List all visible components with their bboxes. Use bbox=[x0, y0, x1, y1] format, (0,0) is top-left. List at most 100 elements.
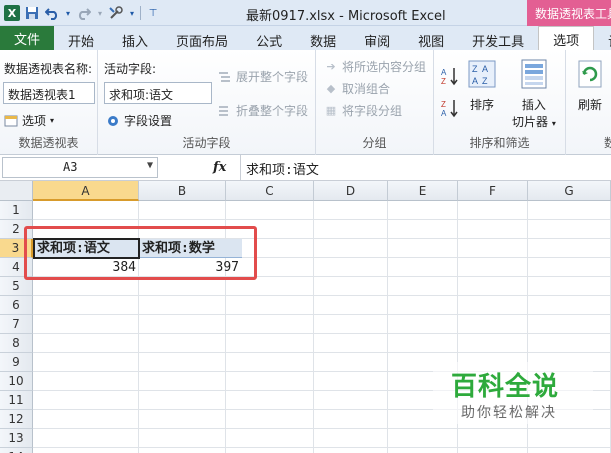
sort-button[interactable]: ZAAZ 排序 bbox=[466, 58, 498, 113]
name-box-dropdown-icon[interactable]: ▼ bbox=[147, 160, 153, 171]
group-selection-icon: ➔ bbox=[326, 60, 336, 73]
column-header-f[interactable]: F bbox=[458, 181, 528, 201]
customize-toolbar-icon[interactable]: ⊤ bbox=[145, 5, 161, 21]
group-data-partial: 刷新 数 bbox=[566, 50, 611, 155]
active-field-input[interactable]: 求和项:语文 bbox=[104, 82, 212, 104]
sort-label: 排序 bbox=[469, 98, 494, 112]
undo-dropdown-icon[interactable]: ▾ bbox=[64, 5, 72, 21]
redo-dropdown-icon[interactable]: ▾ bbox=[96, 5, 104, 21]
ribbon-tabs: 文件 开始 插入 页面布局 公式 数据 审阅 视图 开发工具 选项 设计 bbox=[0, 26, 611, 50]
refresh-icon bbox=[574, 58, 606, 90]
tab-options[interactable]: 选项 bbox=[538, 26, 595, 50]
formula-bar: A3 ▼ fx 求和项:语文 bbox=[0, 155, 611, 181]
row-header-11[interactable]: 11 bbox=[0, 391, 33, 410]
insert-slicer-label-1: 插入 bbox=[521, 98, 546, 112]
collapse-entire-field-button[interactable]: 折叠整个字段 bbox=[218, 102, 308, 119]
field-settings-button[interactable]: 字段设置 bbox=[106, 112, 172, 129]
tab-page-layout[interactable]: 页面布局 bbox=[162, 28, 242, 50]
svg-text:A: A bbox=[472, 76, 478, 86]
group-label-pivottable: 数据透视表 bbox=[18, 136, 79, 150]
redo-icon[interactable] bbox=[76, 5, 92, 21]
group-label-active-field: 活动字段 bbox=[182, 136, 231, 150]
pivot-options-icon bbox=[4, 114, 18, 128]
watermark-subtitle: 助你轻松解决 bbox=[461, 405, 557, 421]
tools-icon[interactable] bbox=[108, 5, 124, 21]
group-selection-button[interactable]: ➔ 将所选内容分组 bbox=[324, 58, 426, 75]
tab-formulas[interactable]: 公式 bbox=[242, 28, 296, 50]
row-header-1[interactable]: 1 bbox=[0, 201, 33, 220]
tab-developer[interactable]: 开发工具 bbox=[458, 28, 538, 50]
pivot-options-label: 选项 bbox=[22, 114, 47, 128]
sort-icon: ZAAZ bbox=[466, 58, 498, 90]
field-settings-label: 字段设置 bbox=[124, 114, 173, 128]
ungroup-button[interactable]: ◆ 取消组合 bbox=[324, 80, 390, 97]
tab-insert[interactable]: 插入 bbox=[108, 28, 162, 50]
insert-slicer-label-2: 切片器 ▾ bbox=[512, 115, 556, 129]
svg-text:A: A bbox=[441, 68, 447, 77]
column-header-g[interactable]: G bbox=[528, 181, 611, 201]
title-bar: X ▾ ▾ ▾ ⊤ 最新0917.xlsx - Microsoft Excel … bbox=[0, 0, 611, 26]
svg-text:Z: Z bbox=[472, 64, 478, 74]
expand-entire-field-button[interactable]: 展开整个字段 bbox=[218, 68, 308, 85]
ungroup-label: 取消组合 bbox=[342, 82, 391, 96]
row-header-13[interactable]: 13 bbox=[0, 429, 33, 448]
undo-icon[interactable] bbox=[44, 5, 60, 21]
column-header-b[interactable]: B bbox=[139, 181, 226, 201]
pivot-options-button[interactable]: 选项 ▾ bbox=[4, 112, 54, 129]
group-selection-label: 将所选内容分组 bbox=[342, 60, 427, 74]
insert-slicer-button[interactable]: 插入 切片器 ▾ bbox=[512, 58, 556, 130]
insert-function-icon[interactable]: fx bbox=[213, 160, 226, 175]
svg-text:Z: Z bbox=[482, 76, 488, 86]
pivottable-name-input[interactable]: 数据透视表1 bbox=[3, 82, 95, 104]
sort-az-icon[interactable]: AZ bbox=[440, 66, 460, 86]
row-header-12[interactable]: 12 bbox=[0, 410, 33, 429]
column-header-a[interactable]: A bbox=[33, 181, 139, 201]
window-title: 最新0917.xlsx - Microsoft Excel bbox=[246, 9, 446, 24]
svg-text:Z: Z bbox=[441, 77, 446, 86]
quick-access-toolbar: X ▾ ▾ ▾ ⊤ bbox=[4, 3, 161, 23]
row-header-10[interactable]: 10 bbox=[0, 372, 33, 391]
pivot-options-dropdown-icon: ▾ bbox=[50, 116, 55, 125]
row-header-7[interactable]: 7 bbox=[0, 315, 33, 334]
field-settings-icon bbox=[106, 114, 120, 128]
svg-text:Z: Z bbox=[441, 100, 446, 109]
collapse-field-icon bbox=[218, 104, 232, 118]
group-label-grouping: 分组 bbox=[362, 136, 387, 150]
column-header-c[interactable]: C bbox=[226, 181, 314, 201]
row-header-14[interactable]: 14 bbox=[0, 448, 33, 453]
toolbar-separator bbox=[140, 6, 141, 20]
ribbon-panel: 数据透视表名称: 数据透视表1 选项 ▾ 数据透视表 活动字段: 求和项:语文 … bbox=[0, 50, 611, 155]
tools-dropdown-icon[interactable]: ▾ bbox=[128, 5, 136, 21]
slicer-icon bbox=[518, 58, 550, 90]
tab-home[interactable]: 开始 bbox=[54, 28, 108, 50]
tab-file[interactable]: 文件 bbox=[0, 26, 55, 50]
row-header-8[interactable]: 8 bbox=[0, 334, 33, 353]
excel-app-icon[interactable]: X bbox=[4, 5, 20, 21]
expand-field-icon bbox=[218, 70, 232, 84]
tab-review[interactable]: 审阅 bbox=[350, 28, 404, 50]
tab-data[interactable]: 数据 bbox=[296, 28, 350, 50]
group-active-field: 活动字段: 求和项:语文 字段设置 展开整个字段 折叠整个字段 活动字段 bbox=[98, 50, 316, 155]
sort-za-icon[interactable]: ZA bbox=[440, 98, 460, 118]
row-header-6[interactable]: 6 bbox=[0, 296, 33, 315]
group-pivottable: 数据透视表名称: 数据透视表1 选项 ▾ 数据透视表 bbox=[0, 50, 98, 155]
group-sort-filter: AZ ZA ZAAZ 排序 插入 切片器 ▾ 排序和筛选 bbox=[434, 50, 566, 155]
pivottable-name-label: 数据透视表名称: bbox=[4, 62, 93, 76]
save-icon[interactable] bbox=[24, 5, 40, 21]
formula-input[interactable]: 求和项:语文 bbox=[246, 159, 319, 178]
column-header-e[interactable]: E bbox=[388, 181, 458, 201]
formula-separator bbox=[240, 155, 241, 181]
grid-row-line bbox=[33, 295, 611, 296]
row-header-9[interactable]: 9 bbox=[0, 353, 33, 372]
column-header-d[interactable]: D bbox=[314, 181, 388, 201]
tab-view[interactable]: 视图 bbox=[404, 28, 458, 50]
refresh-label: 刷新 bbox=[577, 98, 602, 112]
group-label-data-partial: 数 bbox=[604, 136, 611, 150]
tab-design[interactable]: 设计 bbox=[594, 28, 611, 50]
name-box-value: A3 bbox=[63, 160, 78, 174]
refresh-button[interactable]: 刷新 bbox=[574, 58, 606, 113]
watermark-title: 百科全说 bbox=[451, 372, 560, 402]
select-all-corner[interactable] bbox=[0, 181, 33, 201]
name-box[interactable]: A3 ▼ bbox=[2, 157, 158, 178]
group-field-button[interactable]: ▦ 将字段分组 bbox=[324, 102, 402, 119]
